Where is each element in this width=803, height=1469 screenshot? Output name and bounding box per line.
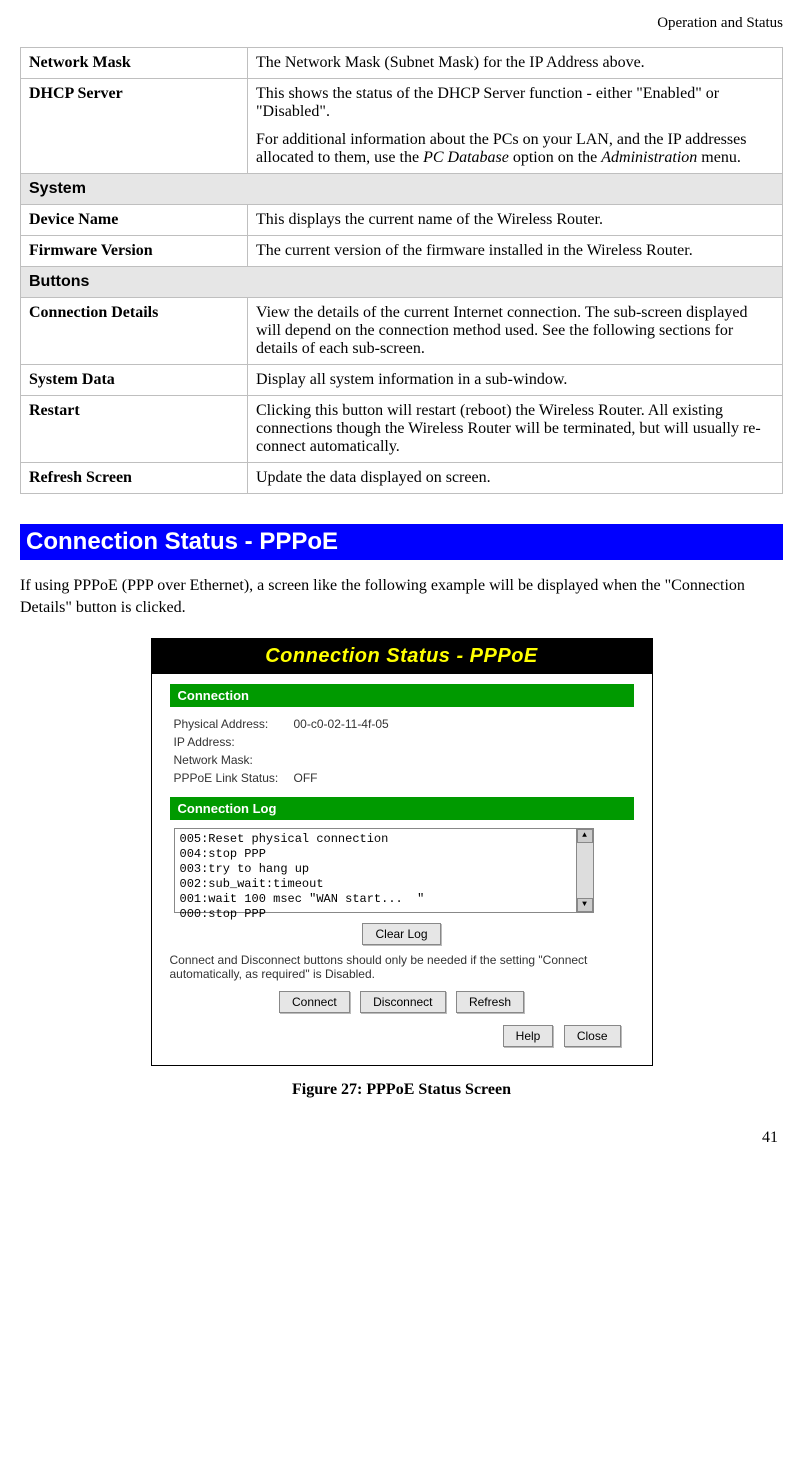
desc-p1: This shows the status of the DHCP Server… <box>256 85 774 121</box>
scrollbar[interactable]: ▲ ▼ <box>576 829 593 912</box>
section-label: System <box>21 174 783 205</box>
scroll-up-icon[interactable]: ▲ <box>577 829 593 843</box>
row-label: Connection Details <box>21 298 248 365</box>
row-desc: Display all system information in a sub-… <box>248 365 783 396</box>
text: option on the <box>509 149 601 166</box>
field-label: IP Address: <box>174 735 294 749</box>
row-label: Device Name <box>21 205 248 236</box>
row-desc: The current version of the firmware inst… <box>248 236 783 267</box>
section-row-buttons: Buttons <box>21 267 783 298</box>
help-button[interactable]: Help <box>503 1025 554 1047</box>
row-desc: View the details of the current Internet… <box>248 298 783 365</box>
figure-caption: Figure 27: PPPoE Status Screen <box>20 1081 783 1099</box>
row-desc: Clicking this button will restart (reboo… <box>248 396 783 463</box>
section-label: Buttons <box>21 267 783 298</box>
section-heading: Connection Status - PPPoE <box>20 524 783 560</box>
disconnect-button[interactable]: Disconnect <box>360 991 445 1013</box>
row-label: Restart <box>21 396 248 463</box>
scroll-down-icon[interactable]: ▼ <box>577 898 593 912</box>
page-header: Operation and Status <box>20 15 783 32</box>
intro-text: If using PPPoE (PPP over Ethernet), a sc… <box>20 575 783 618</box>
section-row-system: System <box>21 174 783 205</box>
field-value: 00-c0-02-11-4f-05 <box>294 717 389 731</box>
text-italic: PC Database <box>423 149 509 166</box>
connect-button[interactable]: Connect <box>279 991 350 1013</box>
table-row: System Data Display all system informati… <box>21 365 783 396</box>
table-row: Refresh Screen Update the data displayed… <box>21 463 783 494</box>
text-italic: Administration <box>601 149 697 166</box>
table-row: Network Mask The Network Mask (Subnet Ma… <box>21 48 783 79</box>
row-desc: Update the data displayed on screen. <box>248 463 783 494</box>
row-label: System Data <box>21 365 248 396</box>
row-desc: This shows the status of the DHCP Server… <box>248 79 783 174</box>
field-label: Network Mask: <box>174 753 294 767</box>
desc-p2: For additional information about the PCs… <box>256 131 774 167</box>
screenshot-window: Connection Status - PPPoE Connection Phy… <box>151 638 653 1066</box>
row-label: Refresh Screen <box>21 463 248 494</box>
row-desc: This displays the current name of the Wi… <box>248 205 783 236</box>
connection-log[interactable]: 005:Reset physical connection 004:stop P… <box>174 828 594 913</box>
row-label: DHCP Server <box>21 79 248 174</box>
text: menu. <box>697 149 741 166</box>
table-row: Firmware Version The current version of … <box>21 236 783 267</box>
connection-fields: Physical Address:00-c0-02-11-4f-05 IP Ad… <box>170 715 634 797</box>
page-number: 41 <box>20 1129 783 1147</box>
row-label: Network Mask <box>21 48 248 79</box>
note-text: Connect and Disconnect buttons should on… <box>170 953 634 981</box>
refresh-button[interactable]: Refresh <box>456 991 524 1013</box>
close-button[interactable]: Close <box>564 1025 621 1047</box>
table-row: Device Name This displays the current na… <box>21 205 783 236</box>
row-label: Firmware Version <box>21 236 248 267</box>
field-label: PPPoE Link Status: <box>174 771 294 785</box>
table-row: DHCP Server This shows the status of the… <box>21 79 783 174</box>
row-desc: The Network Mask (Subnet Mask) for the I… <box>248 48 783 79</box>
table-row: Restart Clicking this button will restar… <box>21 396 783 463</box>
clear-log-button[interactable]: Clear Log <box>362 923 440 945</box>
log-content: 005:Reset physical connection 004:stop P… <box>180 832 588 922</box>
section-header-connection: Connection <box>170 684 634 707</box>
status-table: Network Mask The Network Mask (Subnet Ma… <box>20 47 783 494</box>
field-value: OFF <box>294 771 318 785</box>
table-row: Connection Details View the details of t… <box>21 298 783 365</box>
section-header-log: Connection Log <box>170 797 634 820</box>
field-label: Physical Address: <box>174 717 294 731</box>
window-title: Connection Status - PPPoE <box>152 639 652 674</box>
